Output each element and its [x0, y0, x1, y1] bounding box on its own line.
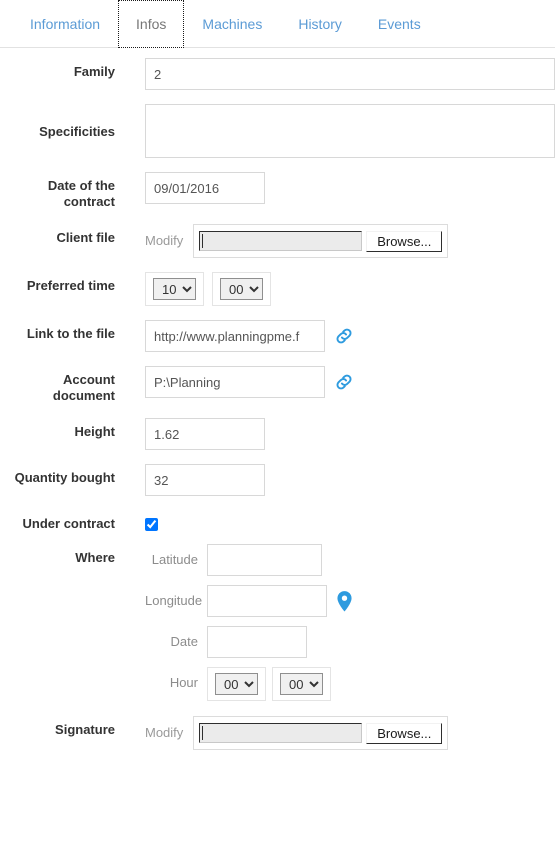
quantity-bought-label: Quantity bought: [14, 470, 115, 485]
height-field-wrap: [115, 418, 555, 450]
tab-history[interactable]: History: [280, 0, 360, 48]
signature-file-input[interactable]: Browse...: [193, 716, 449, 750]
family-input[interactable]: [145, 58, 555, 90]
longitude-input[interactable]: [207, 585, 327, 617]
where-row-hour: Hour 00010203040506070809101112131415161…: [145, 667, 354, 701]
link-icon[interactable]: [333, 366, 355, 393]
client-file-input[interactable]: Browse...: [193, 224, 449, 258]
where-hour-label: Hour: [169, 675, 198, 690]
where-row-latitude: Latitude: [145, 544, 354, 576]
height-label: Height: [74, 424, 115, 439]
tab-label: Machines: [202, 16, 263, 32]
client-file-field-wrap: Modify Browse...: [115, 224, 555, 258]
latitude-input[interactable]: [207, 544, 322, 576]
infos-form: Family Specificities Date of the contrac…: [0, 48, 555, 750]
where-date-label: Date: [170, 634, 198, 649]
where-subgrid: Latitude Longitude Date Hour 00 00: [145, 544, 354, 710]
form-row-signature: Signature Modify Browse...: [0, 716, 555, 750]
client-file-path-field[interactable]: [199, 231, 363, 251]
form-row-client-file: Client file Modify Browse...: [0, 224, 555, 258]
form-row-specificities: Specificities: [0, 104, 555, 158]
where-minute-select[interactable]: 00153045: [280, 673, 323, 695]
link-to-file-label: Link to the file: [26, 326, 115, 341]
signature-label: Signature: [55, 722, 115, 737]
quantity-bought-field-wrap: [115, 464, 555, 496]
link-icon[interactable]: [333, 320, 355, 347]
family-label: Family: [73, 64, 115, 79]
preferred-time-label: Preferred time: [26, 278, 115, 293]
preferred-time-hour-select[interactable]: 0001020304050607080910111213141516171819…: [153, 278, 196, 300]
latitude-label: Latitude: [151, 552, 198, 567]
tab-label: History: [298, 16, 342, 32]
form-row-where: Where Latitude Longitude Date Hour 00 00: [0, 544, 555, 710]
tab-label: Events: [377, 16, 421, 32]
client-file-browse-button[interactable]: Browse...: [366, 230, 443, 252]
family-field-wrap: [115, 58, 555, 90]
map-pin-icon[interactable]: [335, 585, 354, 613]
form-row-preferred-time: Preferred time 0001020304050607080910111…: [0, 272, 555, 306]
where-row-longitude: Longitude: [145, 585, 354, 617]
form-row-quantity-bought: Quantity bought: [0, 464, 555, 496]
account-document-field-wrap: [115, 366, 555, 398]
preferred-time-hour-wrap: 0001020304050607080910111213141516171819…: [145, 272, 204, 306]
tab-information[interactable]: Information: [12, 0, 118, 48]
where-row-date: Date: [145, 626, 354, 658]
tab-infos[interactable]: Infos: [118, 0, 185, 48]
specificities-textarea[interactable]: [145, 104, 555, 158]
form-row-date-of-contract: Date of the contract: [0, 172, 555, 210]
preferred-time-minute-wrap: 00153045: [212, 272, 271, 306]
where-hour-select[interactable]: 0001020304050607080910111213141516171819…: [215, 673, 258, 695]
client-file-modify-label: Modify: [145, 233, 184, 248]
under-contract-label: Under contract: [22, 516, 115, 531]
preferred-time-field-wrap: 0001020304050607080910111213141516171819…: [115, 272, 555, 306]
signature-browse-button[interactable]: Browse...: [366, 722, 443, 744]
client-file-label: Client file: [56, 230, 115, 245]
preferred-time-minute-select[interactable]: 00153045: [220, 278, 263, 300]
where-label: Where: [75, 550, 115, 565]
specificities-label: Specificities: [39, 124, 115, 139]
form-row-height: Height: [0, 418, 555, 450]
form-row-account-document: Account document: [0, 366, 555, 404]
date-of-contract-input[interactable]: [145, 172, 265, 204]
form-row-family: Family: [0, 58, 555, 90]
signature-modify-label: Modify: [145, 725, 184, 740]
date-of-contract-field-wrap: [115, 172, 555, 204]
tab-events[interactable]: Events: [360, 0, 439, 48]
height-input[interactable]: [145, 418, 265, 450]
longitude-label: Longitude: [145, 593, 203, 608]
where-date-input[interactable]: [207, 626, 307, 658]
signature-field-wrap: Modify Browse...: [115, 716, 555, 750]
where-field-wrap: Latitude Longitude Date Hour 00 00: [115, 544, 555, 710]
date-of-contract-label: Date of the contract: [47, 178, 115, 209]
form-row-under-contract: Under contract: [0, 510, 555, 532]
quantity-bought-input[interactable]: [145, 464, 265, 496]
under-contract-checkbox[interactable]: [145, 518, 158, 531]
where-minute-wrap: 00153045: [272, 667, 331, 701]
tab-bar: Information Infos Machines History Event…: [0, 0, 555, 48]
tab-label: Infos: [136, 16, 167, 32]
account-document-label: Account document: [52, 372, 115, 403]
account-document-input[interactable]: [145, 366, 325, 398]
link-to-file-field-wrap: [115, 320, 555, 352]
specificities-field-wrap: [115, 104, 555, 158]
signature-path-field[interactable]: [199, 723, 363, 743]
under-contract-field-wrap: [115, 510, 555, 531]
link-to-file-input[interactable]: [145, 320, 325, 352]
tab-label: Information: [30, 16, 101, 32]
where-hour-wrap: 0001020304050607080910111213141516171819…: [207, 667, 266, 701]
tab-machines[interactable]: Machines: [184, 0, 280, 48]
form-row-link-to-file: Link to the file: [0, 320, 555, 352]
